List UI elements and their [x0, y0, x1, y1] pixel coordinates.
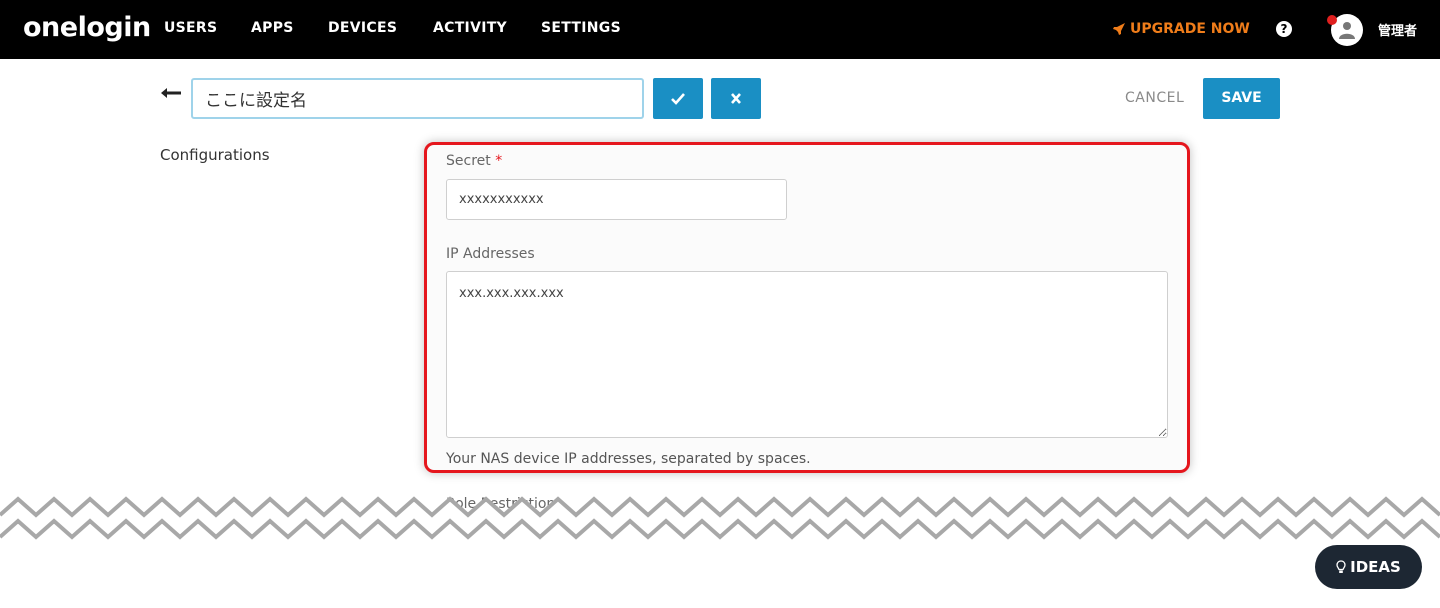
back-arrow-icon[interactable] [160, 85, 182, 101]
app-name-input[interactable] [191, 78, 644, 119]
ip-addresses-help-text: Your NAS device IP addresses, separated … [446, 451, 811, 467]
upgrade-now-label: UPGRADE NOW [1130, 21, 1250, 37]
secret-label: Secret * [446, 153, 502, 169]
upgrade-now-link[interactable]: UPGRADE NOW [1112, 21, 1250, 37]
nav-settings[interactable]: SETTINGS [541, 20, 621, 36]
section-title-configurations: Configurations [160, 146, 270, 164]
nav-users[interactable]: USERS [164, 20, 217, 36]
ip-addresses-textarea[interactable]: xxx.xxx.xxx.xxx [446, 271, 1168, 438]
notification-dot [1327, 15, 1337, 25]
nav-apps[interactable]: APPS [251, 20, 294, 36]
zigzag-separator [0, 496, 1440, 545]
save-button[interactable]: SAVE [1203, 78, 1280, 119]
ideas-button[interactable]: IDEAS [1315, 545, 1422, 589]
secret-field[interactable] [446, 179, 787, 220]
user-name[interactable]: 管理者 [1378, 20, 1417, 39]
onelogin-logo[interactable]: onelogin [23, 12, 151, 43]
ip-addresses-label: IP Addresses [446, 246, 535, 262]
check-icon [671, 93, 685, 105]
help-icon[interactable]: ? [1276, 21, 1292, 37]
ideas-label: IDEAS [1350, 558, 1401, 576]
top-nav-bar: onelogin USERS APPS DEVICES ACTIVITY SET… [0, 0, 1440, 59]
secret-label-text: Secret [446, 153, 491, 169]
lightbulb-icon [1336, 560, 1346, 573]
nav-devices[interactable]: DEVICES [328, 20, 397, 36]
cancel-button[interactable]: CANCEL [1125, 90, 1184, 106]
discard-name-button[interactable] [711, 78, 761, 119]
nav-activity[interactable]: ACTIVITY [433, 20, 507, 36]
close-icon [731, 93, 741, 104]
rocket-icon [1113, 23, 1125, 35]
user-icon [1339, 22, 1355, 39]
required-marker: * [495, 153, 503, 169]
confirm-name-button[interactable] [653, 78, 703, 119]
